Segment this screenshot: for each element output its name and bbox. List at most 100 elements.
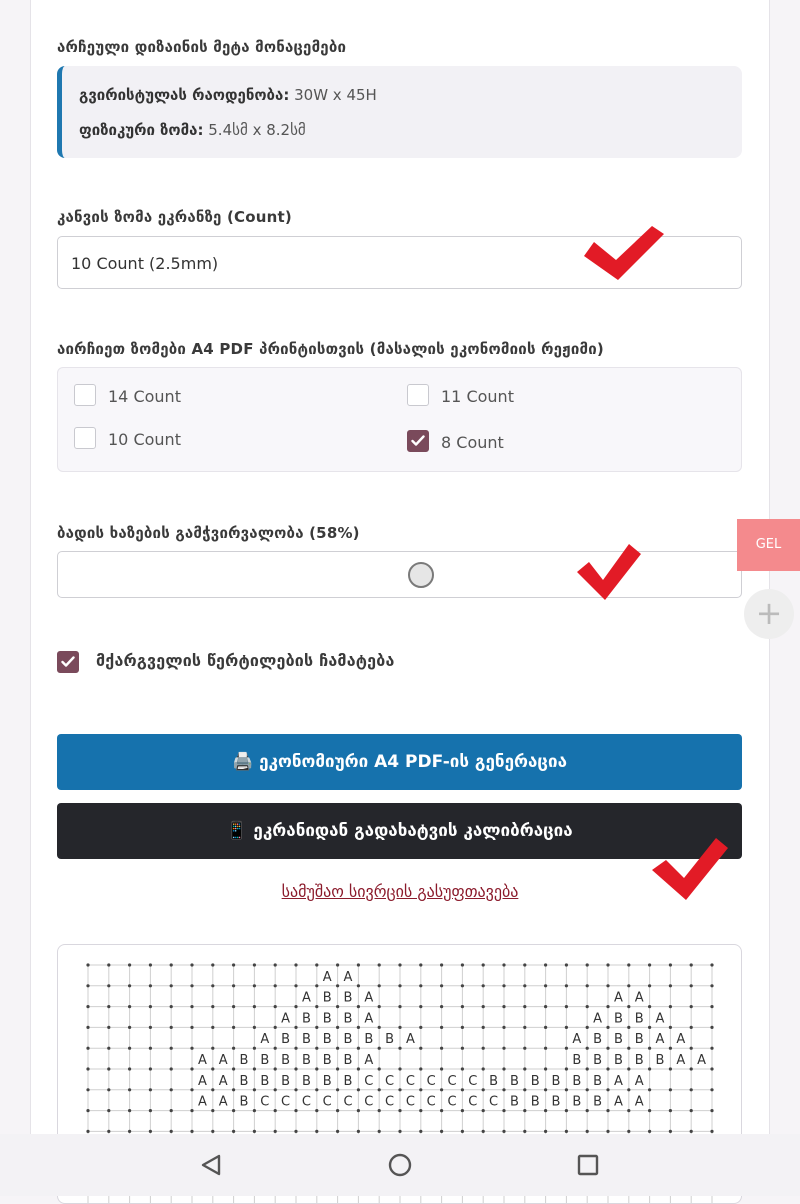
pattern-symbol: B <box>240 1095 249 1110</box>
grid-dot <box>460 1129 464 1133</box>
grid-dot <box>627 1067 631 1071</box>
checkbox-8-count[interactable] <box>407 430 429 452</box>
grid-dot <box>710 1088 714 1092</box>
pattern-symbol: A <box>364 1011 373 1026</box>
calibrate-button[interactable]: 📱 ეკრანიდან გადახატვის კალიბრაცია <box>57 803 742 859</box>
grid-dot <box>377 1109 381 1113</box>
grid-dot <box>481 984 485 988</box>
grid-dot <box>419 963 423 967</box>
grid-dot <box>460 1067 464 1071</box>
grid-dot <box>398 1067 402 1071</box>
grid-dot <box>460 1025 464 1029</box>
pattern-symbol: B <box>510 1074 519 1089</box>
grid-dot <box>107 963 111 967</box>
grid-dot <box>148 963 152 967</box>
grid-dot <box>689 1109 693 1113</box>
grid-dot <box>502 1067 506 1071</box>
back-icon[interactable] <box>199 1153 223 1177</box>
pattern-symbol: B <box>302 1053 311 1068</box>
grid-opacity-label: ბადის ხაზების გამჭვირვალობა (58%) <box>57 524 360 542</box>
pattern-symbol: C <box>364 1074 373 1089</box>
grid-dot <box>523 984 527 988</box>
center-dots-checkbox[interactable] <box>57 651 79 673</box>
grid-dot <box>585 1005 589 1009</box>
grid-dot <box>419 984 423 988</box>
grid-dot <box>190 984 194 988</box>
pattern-symbol: B <box>552 1095 561 1110</box>
pattern-symbol: A <box>676 1032 685 1047</box>
grid-dot <box>481 1129 485 1133</box>
pattern-symbol: A <box>219 1095 228 1110</box>
grid-dot <box>419 1088 423 1092</box>
grid-dot <box>211 1067 215 1071</box>
grid-dot <box>564 984 568 988</box>
grid-dot <box>606 1005 610 1009</box>
grid-dot <box>419 1067 423 1071</box>
grid-dot <box>440 1129 444 1133</box>
grid-dot <box>648 1088 652 1092</box>
grid-dot <box>606 1088 610 1092</box>
grid-dot <box>440 1088 444 1092</box>
generate-pdf-button[interactable]: 🖨️ ეკონომიური A4 PDF-ის გენერაცია <box>57 734 742 790</box>
pattern-symbol: B <box>572 1074 581 1089</box>
pattern-symbol: C <box>343 1095 352 1110</box>
pattern-symbol: B <box>489 1074 498 1089</box>
pattern-symbol: C <box>489 1095 498 1110</box>
grid-dot <box>648 963 652 967</box>
grid-dot <box>544 1109 548 1113</box>
grid-dot <box>273 1088 277 1092</box>
pattern-symbol: C <box>468 1074 477 1089</box>
grid-dot <box>627 1046 631 1050</box>
pattern-symbol: B <box>614 1032 623 1047</box>
grid-dot <box>128 1109 132 1113</box>
grid-dot <box>232 1046 236 1050</box>
pattern-symbol: B <box>385 1032 394 1047</box>
recents-icon[interactable] <box>577 1154 599 1176</box>
checkbox-11-count[interactable] <box>407 384 429 406</box>
pattern-symbol: C <box>427 1095 436 1110</box>
grid-dot <box>419 1005 423 1009</box>
grid-dot <box>252 963 256 967</box>
grid-dot <box>523 963 527 967</box>
grid-dot <box>190 1129 194 1133</box>
option-10-count-label: 10 Count <box>108 430 181 449</box>
grid-dot <box>398 1005 402 1009</box>
grid-dot <box>440 963 444 967</box>
grid-dot <box>419 1025 423 1029</box>
grid-dot <box>211 1025 215 1029</box>
grid-dot <box>460 984 464 988</box>
grid-dot <box>336 1129 340 1133</box>
grid-dot <box>689 1088 693 1092</box>
currency-tag[interactable]: GEL <box>737 519 800 571</box>
grid-dot <box>377 1067 381 1071</box>
grid-dot <box>273 1005 277 1009</box>
pattern-symbol: B <box>635 1053 644 1068</box>
checkbox-14-count[interactable] <box>74 384 96 406</box>
grid-dot <box>668 984 673 988</box>
home-icon[interactable] <box>388 1153 412 1177</box>
checkbox-10-count[interactable] <box>74 427 96 449</box>
grid-dot <box>648 1109 652 1113</box>
grid-dot <box>356 984 360 988</box>
slider-thumb[interactable] <box>408 562 434 588</box>
grid-dot <box>398 963 402 967</box>
pattern-symbol: A <box>219 1053 228 1068</box>
pattern-symbol: A <box>219 1074 228 1089</box>
plus-icon[interactable]: + <box>744 589 794 639</box>
grid-dot <box>232 1109 236 1113</box>
grid-dot <box>585 1109 589 1113</box>
grid-dot <box>668 1129 673 1133</box>
pattern-symbol: C <box>447 1074 456 1089</box>
grid-dot <box>419 1129 423 1133</box>
grid-dot <box>169 984 173 988</box>
grid-dot <box>169 1067 173 1071</box>
grid-dot <box>440 1005 444 1009</box>
grid-dot <box>523 1067 527 1071</box>
stitch-count-label: გვირისტულას რაოდენობა: <box>79 86 290 104</box>
grid-dot <box>502 1129 506 1133</box>
grid-dot <box>460 1046 464 1050</box>
grid-dot <box>356 1067 360 1071</box>
grid-dot <box>315 1109 319 1113</box>
pattern-symbol: B <box>344 1011 353 1026</box>
grid-dot <box>336 1046 340 1050</box>
